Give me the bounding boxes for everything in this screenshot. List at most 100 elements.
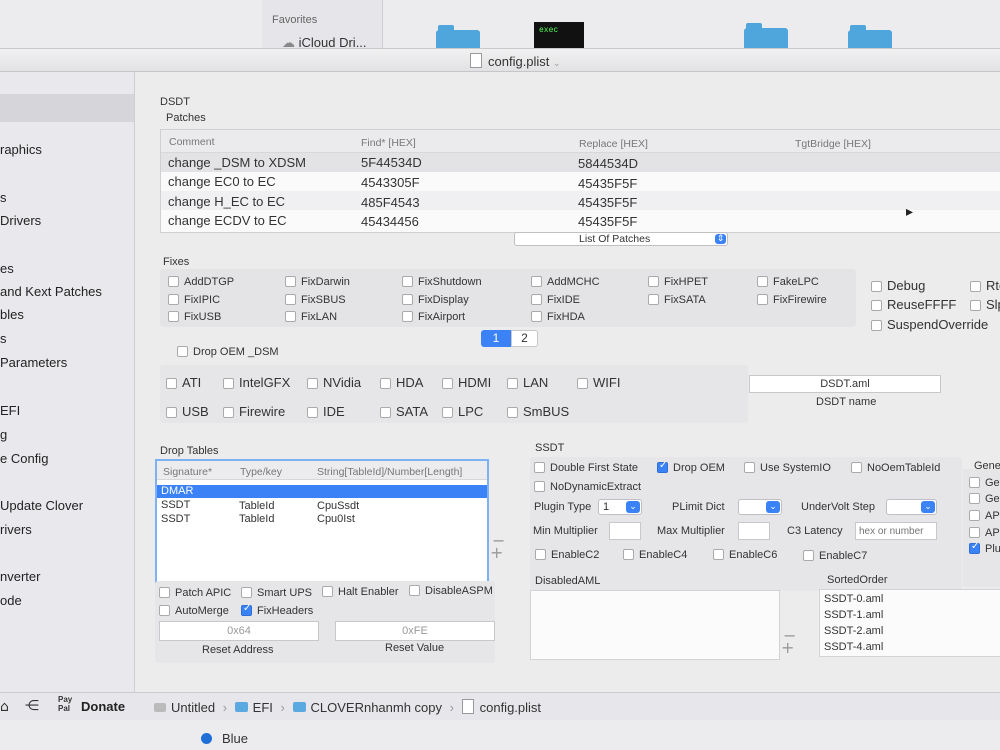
option-reuseffff[interactable]: ReuseFFFF — [871, 297, 956, 312]
sidebar-item-generate-config[interactable]: e Config — [0, 451, 48, 466]
sidebar-item-drivers[interactable]: Drivers — [0, 213, 41, 228]
list-item[interactable]: SSDT-0.aml — [824, 593, 883, 605]
fix-fixsata[interactable]: FixSATA — [648, 294, 706, 306]
window-title[interactable]: config.plist ⌄ — [470, 53, 561, 69]
generate-option[interactable]: Gen — [969, 493, 1000, 505]
add-disabled-aml-button[interactable]: + — [781, 638, 794, 657]
drop-type[interactable]: TableId — [239, 513, 274, 525]
drop-oem-checkbox[interactable]: Drop OEM — [657, 460, 725, 474]
enablec6-checkbox[interactable]: EnableC6 — [713, 549, 777, 561]
fix-fixusb[interactable]: FixUSB — [168, 311, 221, 323]
device-wifi[interactable]: WIFI — [577, 375, 620, 390]
patch-replace[interactable]: 45435F5F — [578, 176, 637, 191]
drop-oem-dsm-checkbox[interactable]: Drop OEM _DSM — [177, 346, 279, 358]
patch-replace[interactable]: 45435F5F — [578, 214, 637, 229]
c3-latency-field[interactable] — [855, 522, 937, 540]
fix-fixdisplay[interactable]: FixDisplay — [402, 294, 469, 306]
fix-addmchc[interactable]: AddMCHC — [531, 276, 600, 288]
drop-type[interactable]: TableId — [239, 500, 274, 512]
generate-option[interactable]: APS — [969, 510, 1000, 522]
nooemtableid-checkbox[interactable]: NoOemTableId — [851, 462, 940, 474]
column-replace[interactable]: Replace [HEX] — [579, 138, 648, 150]
nodynamicextract-checkbox[interactable]: NoDynamicExtract — [534, 481, 641, 493]
column-tgtbridge[interactable]: TgtBridge [HEX] — [795, 138, 871, 150]
column-type-key[interactable]: Type/key — [240, 466, 282, 478]
sidebar-item-rt-variables[interactable]: bles — [0, 307, 24, 322]
patch-find[interactable]: 5F44534D — [361, 155, 422, 170]
patch-comment[interactable]: change ECDV to EC — [168, 213, 287, 228]
column-signature[interactable]: Signature* — [163, 466, 212, 478]
drop-string[interactable]: Cpu0Ist — [317, 513, 355, 525]
sidebar-item-boot-log[interactable]: g — [0, 427, 7, 442]
sidebar-item-nvram-converter[interactable]: nverter — [0, 569, 40, 584]
sidebar-item-graphics[interactable]: raphics — [0, 142, 42, 157]
generate-option[interactable]: Plu — [969, 541, 1000, 555]
sidebar-item-s[interactable]: s — [0, 190, 7, 205]
device-sata[interactable]: SATA — [380, 404, 428, 419]
fix-adddtgp[interactable]: AddDTGP — [168, 276, 234, 288]
fixheaders-checkbox[interactable]: FixHeaders — [241, 603, 313, 617]
path-efi[interactable]: EFI — [253, 700, 273, 715]
patch-comment[interactable]: change H_EC to EC — [168, 194, 285, 209]
patch-apic-checkbox[interactable]: Patch APIC — [159, 587, 231, 599]
page-1-button[interactable]: 1 — [481, 330, 511, 347]
generate-option[interactable]: APL — [969, 527, 1000, 539]
fix-fixdarwin[interactable]: FixDarwin — [285, 276, 350, 288]
device-ide[interactable]: IDE — [307, 404, 345, 419]
tag-blue-label[interactable]: Blue — [222, 731, 248, 746]
fix-fixsbus[interactable]: FixSBUS — [285, 294, 346, 306]
undervolt-step-select[interactable]: ⌄ — [886, 499, 937, 515]
patch-comment[interactable]: change _DSM to XDSM — [168, 155, 306, 170]
enablec4-checkbox[interactable]: EnableC4 — [623, 549, 687, 561]
list-item[interactable]: SSDT-1.aml — [824, 609, 883, 621]
patch-replace[interactable]: 5844534D — [578, 156, 638, 171]
column-comment[interactable]: Comment — [169, 136, 215, 148]
sidebar-item-smbios[interactable]: s — [0, 331, 7, 346]
use-systemio-checkbox[interactable]: Use SystemIO — [744, 462, 831, 474]
fix-fixairport[interactable]: FixAirport — [402, 311, 465, 323]
halt-enabler-checkbox[interactable]: Halt Enabler — [322, 586, 399, 598]
device-smbus[interactable]: SmBUS — [507, 404, 569, 419]
enablec7-checkbox[interactable]: EnableC7 — [803, 550, 867, 562]
device-usb[interactable]: USB — [166, 404, 209, 419]
page-2-button[interactable]: 2 — [511, 330, 538, 347]
column-find[interactable]: Find* [HEX] — [361, 137, 416, 149]
device-firewire[interactable]: Firewire — [223, 404, 285, 419]
dsdt-name-field[interactable]: DSDT.aml — [749, 375, 941, 393]
fix-fixide[interactable]: FixIDE — [531, 294, 580, 306]
sidebar-item-kernel-kext-patches[interactable]: and Kext Patches — [0, 284, 102, 299]
drop-signature[interactable]: DMAR — [161, 485, 193, 497]
drop-string[interactable]: CpuSsdt — [317, 500, 359, 512]
list-of-patches-popup[interactable]: List Of Patches ⇕ — [514, 232, 728, 246]
max-multiplier-field[interactable] — [738, 522, 770, 540]
patch-find[interactable]: 45434456 — [361, 214, 419, 229]
patch-comment[interactable]: change EC0 to EC — [168, 174, 276, 189]
patch-find[interactable]: 4543305F — [361, 175, 420, 190]
home-icon[interactable]: ⌂ — [0, 699, 9, 715]
device-nvidia[interactable]: NVidia — [307, 375, 361, 390]
patch-find[interactable]: 485F4543 — [361, 195, 420, 210]
fix-fixfirewire[interactable]: FixFirewire — [757, 294, 827, 306]
double-first-state-checkbox[interactable]: Double First State — [534, 462, 638, 474]
disable-aspm-checkbox[interactable]: DisableASPM — [409, 585, 493, 597]
add-drop-table-button[interactable]: + — [490, 543, 503, 562]
option-suspendoverride[interactable]: SuspendOverride — [871, 317, 988, 332]
table-row[interactable] — [157, 485, 487, 498]
list-item[interactable]: SSDT-2.aml — [824, 625, 883, 637]
device-intelgfx[interactable]: IntelGFX — [223, 375, 290, 390]
fix-fixhpet[interactable]: FixHPET — [648, 276, 708, 288]
device-hda[interactable]: HDA — [380, 375, 423, 390]
sidebar-item-system-parameters[interactable]: Parameters — [0, 355, 67, 370]
drop-signature[interactable]: SSDT — [161, 513, 190, 525]
drop-signature[interactable]: SSDT — [161, 499, 190, 511]
share-icon[interactable]: ⋲ — [25, 698, 39, 714]
sidebar-item-hex-code[interactable]: ode — [0, 593, 22, 608]
device-ati[interactable]: ATI — [166, 375, 201, 390]
option-debug[interactable]: Debug — [871, 278, 925, 293]
fix-fakelpc[interactable]: FakeLPC — [757, 276, 819, 288]
sidebar-item-install-drivers[interactable]: rivers — [0, 522, 32, 537]
sidebar-item-devices[interactable]: es — [0, 261, 14, 276]
disabled-aml-list[interactable] — [530, 590, 780, 660]
reset-value-field[interactable]: 0xFE — [335, 621, 495, 641]
device-lan[interactable]: LAN — [507, 375, 548, 390]
